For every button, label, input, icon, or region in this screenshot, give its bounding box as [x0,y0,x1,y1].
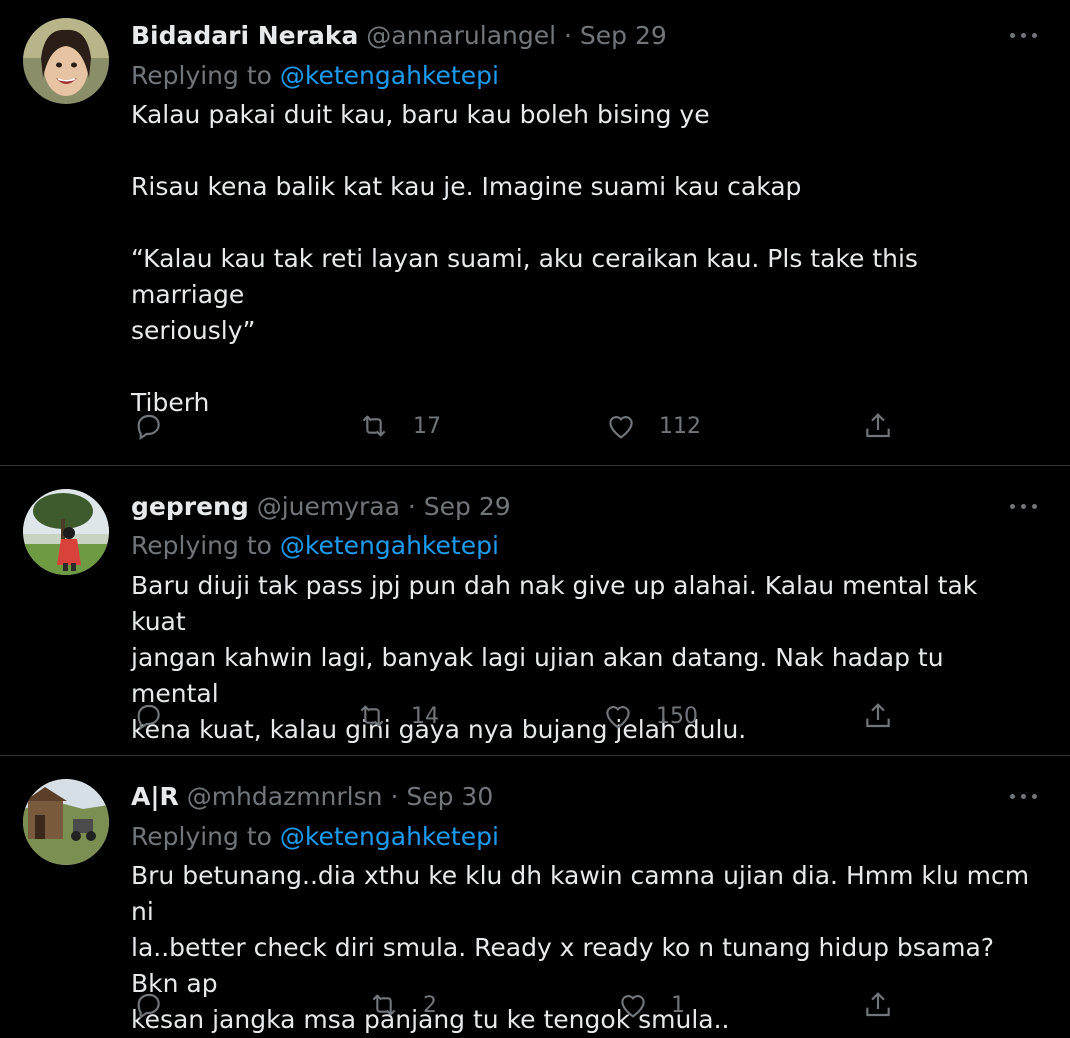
display-name[interactable]: gepreng [131,492,249,521]
more-icon[interactable] [1010,787,1040,807]
retweet-icon [360,705,384,727]
avatar[interactable] [23,489,109,575]
retweet-count: 17 [413,413,441,439]
more-icon[interactable] [1010,26,1040,46]
reply-button[interactable] [132,699,164,733]
retweet-button[interactable]: 14 [355,699,439,733]
heart-icon [609,416,633,439]
display-name[interactable]: Bidadari Neraka [131,21,358,50]
reply-icon [137,704,160,730]
like-count: 1 [671,992,685,1018]
separator-dot: · [564,21,572,50]
like-button[interactable]: 150 [602,699,698,733]
share-button[interactable] [862,988,894,1022]
user-handle[interactable]: @mhdazmnrlsn [187,782,383,811]
heart-icon [621,995,645,1018]
share-icon [866,413,890,438]
avatar[interactable] [23,18,109,104]
reply-icon [137,414,160,440]
retweet-count: 14 [411,703,439,729]
replying-to: Replying to @ketengahketepi [131,820,499,854]
tweet-header: gepreng @juemyraa · Sep 29 [131,490,511,524]
tweet[interactable]: gepreng @juemyraa · Sep 29 Replying to @… [0,466,1070,756]
retweet-button[interactable]: 2 [367,988,437,1022]
mention-link[interactable]: @ketengahketepi [280,61,499,90]
tweet-header: A|R @mhdazmnrlsn · Sep 30 [131,780,493,814]
tweet[interactable]: A|R @mhdazmnrlsn · Sep 30 Replying to @k… [0,756,1070,1036]
share-button[interactable] [862,409,894,443]
tweet-date[interactable]: Sep 30 [406,782,493,811]
retweet-icon [372,994,396,1016]
tweet-header: Bidadari Neraka @annarulangel · Sep 29 [131,19,667,53]
more-icon[interactable] [1010,497,1040,517]
reply-button[interactable] [132,988,164,1022]
replying-to: Replying to @ketengahketepi [131,59,499,93]
like-count: 150 [656,703,698,729]
mention-link[interactable]: @ketengahketepi [280,822,499,851]
retweet-button[interactable]: 17 [357,409,441,443]
like-count: 112 [659,413,701,439]
tweet-text: Baru diuji tak pass jpj pun dah nak give… [131,571,978,744]
like-button[interactable]: 1 [617,988,685,1022]
separator-dot: · [390,782,399,811]
user-handle[interactable]: @juemyraa [257,492,400,521]
tweet-date[interactable]: Sep 29 [580,21,667,50]
user-handle[interactable]: @annarulangel [366,21,556,50]
avatar[interactable] [23,779,109,865]
share-icon [866,992,890,1017]
retweet-icon [362,415,386,437]
replying-to-label: Replying to [131,531,272,560]
like-button[interactable]: 112 [605,409,701,443]
reply-icon [137,993,160,1019]
separator-dot: · [407,492,416,521]
tweet-text: Bru betunang..dia xthu ke klu dh kawin c… [131,861,1030,1034]
replying-to-label: Replying to [131,822,272,851]
tweet[interactable]: Bidadari Neraka @annarulangel · Sep 29 R… [0,0,1070,466]
mention-link[interactable]: @ketengahketepi [280,531,499,560]
replying-to: Replying to @ketengahketepi [131,529,499,563]
reply-button[interactable] [132,409,164,443]
tweet-date[interactable]: Sep 29 [424,492,511,521]
share-button[interactable] [862,699,894,733]
share-icon [866,703,890,728]
replying-to-label: Replying to [131,61,272,90]
tweet-text: Kalau pakai duit kau, baru kau boleh bis… [131,100,918,417]
display-name[interactable]: A|R [131,782,179,811]
heart-icon [606,706,630,729]
retweet-count: 2 [423,992,437,1018]
